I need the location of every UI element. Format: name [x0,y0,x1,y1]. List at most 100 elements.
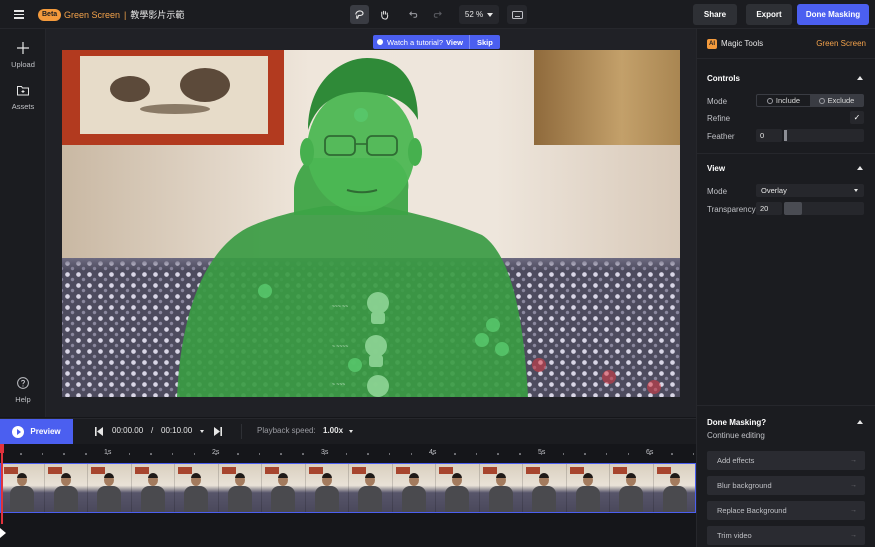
skip-forward-icon[interactable] [214,427,222,436]
blur-background-button[interactable]: Blur background → [707,476,865,495]
redo-button[interactable] [428,5,447,24]
transport-bar: Preview 00:00.00 / 00:10.00 Playback spe… [0,418,696,444]
collapse-done-icon[interactable] [857,420,863,424]
controls-title: Controls [707,74,740,83]
mode-label: Mode [707,97,728,106]
plus-icon [17,42,29,54]
left-rail: Upload Assets Help [0,29,46,417]
exclude-icon [818,97,825,104]
exclude-option[interactable]: Exclude [810,95,863,106]
view-mode-select[interactable]: Overlay [756,184,864,197]
video-thumbnail [88,464,132,512]
right-panel: AI Magic Tools Green Screen Controls Mod… [696,29,875,547]
collapse-controls-icon[interactable] [857,76,863,80]
feather-input[interactable]: 0 [756,129,782,142]
zoom-level: 52 % [464,10,484,19]
collapse-view-icon[interactable] [857,166,863,170]
magic-tools-label: Magic Tools [721,39,764,48]
help-button[interactable]: Help [0,377,46,404]
video-thumbnail [305,464,349,512]
folder-icon [17,86,29,96]
project-name[interactable]: 教學影片示範 [130,10,184,20]
arrow-right-icon: → [850,507,857,514]
feather-slider-handle[interactable] [784,130,787,141]
transparency-input[interactable]: 20 [756,202,782,215]
playback-speed-value[interactable]: 1.00x [323,426,343,435]
view-mode-label: Mode [707,187,728,196]
redo-icon [433,11,442,18]
video-thumbnail [1,464,45,512]
svg-text:~ ~~~: ~ ~~~ [332,382,345,388]
video-thumbnail [653,464,695,512]
timeline-ruler[interactable]: 1s 2s 3s 4s 5s 6s [0,444,696,462]
chevron-down-icon[interactable] [200,430,204,433]
video-thumbnail [392,464,436,512]
export-button[interactable]: Export [746,4,792,25]
preview-button[interactable]: Preview [0,419,73,444]
video-thumbnail [523,464,567,512]
include-icon [766,97,773,104]
transparency-slider[interactable] [784,202,864,215]
tutorial-text: Watch a tutorial? [387,37,443,47]
masked-person: ~~~ ~~ ~ ~~~~ ~ ~~~ [177,58,528,397]
video-track[interactable] [0,463,696,513]
video-thumbnail [436,464,480,512]
upload-label: Upload [11,60,35,69]
time-separator: / [151,426,154,435]
track-start-marker [0,528,6,538]
playhead[interactable] [1,444,3,524]
info-icon [377,39,383,45]
share-button[interactable]: Share [693,4,737,25]
tutorial-banner: Watch a tutorial? View Skip [373,35,500,49]
chevron-down-icon [854,189,858,192]
video-thumbnail [262,464,306,512]
refine-label: Refine [707,114,731,123]
hand-tool[interactable] [375,5,394,24]
video-thumbnail [610,464,654,512]
continue-editing-link[interactable]: Continue editing [707,431,765,440]
video-thumbnail [44,464,88,512]
undo-icon [409,11,418,18]
tutorial-view-link[interactable]: View [446,38,463,47]
refine-checkbox[interactable]: ✓ [850,111,864,124]
replace-background-button[interactable]: Replace Background → [707,501,865,520]
mask-brush-tool[interactable] [350,5,369,24]
feather-label: Feather [707,132,735,141]
green-screen-label: Green Screen [816,39,866,48]
video-thumbnail [131,464,175,512]
video-thumbnail [566,464,610,512]
include-option[interactable]: Include [757,95,810,106]
app-label: Green Screen [64,10,121,20]
menu-icon[interactable] [14,9,26,19]
done-masking-button[interactable]: Done Masking [797,4,869,25]
hand-icon [381,10,389,20]
video-thumbnail [349,464,393,512]
tutorial-skip-button[interactable]: Skip [470,38,500,47]
video-thumbnail [175,464,219,512]
ai-icon: AI [707,39,717,49]
arrow-right-icon: → [850,482,857,489]
chevron-down-icon[interactable] [349,430,353,433]
help-label: Help [15,395,31,404]
keyboard-shortcuts-button[interactable] [507,5,527,24]
skip-back-icon[interactable] [95,427,103,436]
video-thumbnail [218,464,262,512]
undo-button[interactable] [404,5,423,24]
help-icon [17,377,29,389]
feather-slider[interactable] [784,129,864,142]
beta-badge: Beta [38,9,62,21]
current-time: 00:00.00 [112,426,144,435]
title-separator: | [124,10,127,20]
add-effects-button[interactable]: Add effects → [707,451,865,470]
done-masking-title: Done Masking? [707,418,767,427]
zoom-select[interactable]: 52 % [459,5,499,24]
chevron-down-icon [487,12,494,17]
assets-button[interactable]: Assets [0,85,46,111]
video-thumbnail [479,464,523,512]
trim-video-button[interactable]: Trim video → [707,526,865,545]
keyboard-icon [511,10,523,19]
arrow-right-icon: → [850,457,857,464]
upload-button[interactable]: Upload [0,42,46,69]
svg-text:~~~ ~~: ~~~ ~~ [332,304,348,310]
video-preview[interactable]: ~~~ ~~ ~ ~~~~ ~ ~~~ [62,50,680,397]
